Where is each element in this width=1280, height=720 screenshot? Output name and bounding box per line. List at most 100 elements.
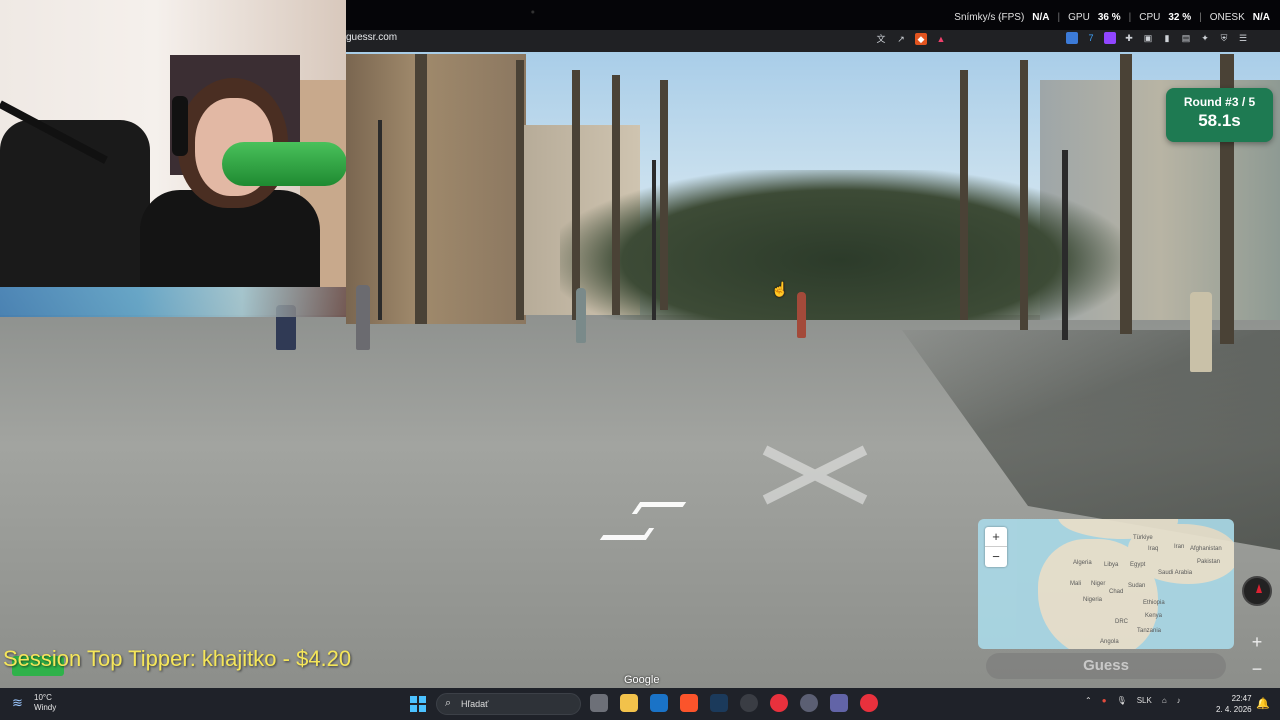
compass-icon[interactable] xyxy=(1242,576,1272,606)
menu-icon[interactable]: ☰ xyxy=(1237,32,1249,44)
address-bar-icons: 文 ↗ ◆ ▲ xyxy=(875,33,947,45)
map-label: Sudan xyxy=(1128,583,1146,589)
task-view-icon[interactable] xyxy=(590,694,608,712)
map-label: Tanzania xyxy=(1137,628,1162,634)
map-label: Mali xyxy=(1070,581,1082,587)
translate-icon[interactable]: 文 xyxy=(875,33,887,45)
audio-app-icon[interactable] xyxy=(800,694,818,712)
palm-trunk xyxy=(415,54,427,324)
map-label: Iraq xyxy=(1148,546,1159,552)
teams-icon[interactable] xyxy=(830,694,848,712)
tray-app-icon[interactable]: ● xyxy=(1102,696,1107,705)
map-label: Algeria xyxy=(1073,560,1092,566)
brave-shield-icon[interactable]: ◆ xyxy=(915,33,927,45)
building-left xyxy=(346,54,526,324)
pano-cursor-x-icon xyxy=(762,445,868,505)
hand-cursor-icon: ☝ xyxy=(771,281,789,297)
minimap-zoom-out-button[interactable]: − xyxy=(985,547,1007,567)
backward-arrow-icon[interactable] xyxy=(599,528,655,540)
latency-label: ONESK xyxy=(1209,12,1245,23)
window-icon[interactable]: ▣ xyxy=(1142,32,1154,44)
map-label: Libya xyxy=(1104,562,1119,568)
divider: | xyxy=(1128,12,1132,23)
street-lamp xyxy=(652,160,656,320)
obs-icon[interactable] xyxy=(740,694,758,712)
map-label: Kenya xyxy=(1145,613,1163,619)
windows-logo-icon xyxy=(419,705,426,712)
map-label: Egypt xyxy=(1130,562,1146,568)
view-zoom-out-button[interactable]: − xyxy=(1245,657,1269,681)
fps-value: N/A xyxy=(1032,12,1050,23)
brave-rewards-icon[interactable]: ▲ xyxy=(935,33,947,45)
extension-toolbar: 7 ✚ ▣ ▮ ▤ ✦ ⛨ ☰ xyxy=(1066,32,1249,44)
palm-trunk xyxy=(516,60,524,320)
street-lamp xyxy=(1062,150,1068,340)
tree-canopy xyxy=(560,170,1120,320)
drink-bottle xyxy=(222,142,346,186)
cpu-value: 32 % xyxy=(1168,12,1192,23)
map-label: DRC xyxy=(1115,619,1128,625)
top-tipper-text: Session Top Tipper: khajitko - $4.20 xyxy=(3,646,352,671)
forward-arrow-icon[interactable] xyxy=(631,502,687,514)
gpu-value: 36 % xyxy=(1097,12,1121,23)
taskbar-clock[interactable]: 22:47 2. 4. 2026 xyxy=(1216,693,1252,715)
guess-minimap[interactable]: Türkiye Iraq Iran Afghanistan Algeria Li… xyxy=(978,519,1234,649)
weather-temp: 10°C xyxy=(34,693,52,702)
webcam-overlay xyxy=(0,0,346,287)
map-label: Chad xyxy=(1109,589,1124,595)
round-timer-card: Round #3 / 5 58.1s xyxy=(1166,88,1273,142)
wallet-icon[interactable]: ▤ xyxy=(1180,32,1192,44)
extension-blue-icon[interactable] xyxy=(1066,32,1078,44)
outlook-icon[interactable] xyxy=(650,694,668,712)
language-indicator[interactable]: SLK xyxy=(1137,696,1152,705)
brave-browser-icon[interactable] xyxy=(680,694,698,712)
map-label: Iran xyxy=(1174,544,1185,550)
notification-bell-icon[interactable]: 🔔 xyxy=(1256,697,1270,710)
media-player-icon[interactable] xyxy=(860,694,878,712)
divider: | xyxy=(1199,12,1202,23)
fps-label: Snímky/s (FPS) xyxy=(954,12,1025,23)
steam-icon[interactable] xyxy=(710,694,728,712)
round-timer: 58.1s xyxy=(1198,111,1241,130)
share-icon[interactable]: ↗ xyxy=(895,33,907,45)
taskbar-search[interactable]: ⌕ Hľadať xyxy=(436,693,581,715)
file-explorer-icon[interactable] xyxy=(620,694,638,712)
street-lamp xyxy=(378,120,382,320)
microphone-icon[interactable]: 🎙 xyxy=(1117,696,1127,705)
headset-icon xyxy=(172,96,188,156)
puzzle-icon[interactable]: ✚ xyxy=(1123,32,1135,44)
windows-logo-icon xyxy=(410,696,417,703)
map-label: Ethiopia xyxy=(1143,600,1165,606)
webcam-bottom-strip xyxy=(0,287,346,317)
windows-logo-icon xyxy=(410,705,417,712)
round-label: Round #3 / 5 xyxy=(1183,95,1256,109)
pedestrian xyxy=(797,292,806,338)
windows-logo-icon xyxy=(419,696,426,703)
palm-trunk xyxy=(960,70,968,320)
map-label: Afghanistan xyxy=(1190,546,1222,552)
palm-trunk xyxy=(1120,54,1132,334)
youtube-icon[interactable] xyxy=(770,694,788,712)
divider: | xyxy=(1057,12,1061,23)
cpu-label: CPU xyxy=(1139,12,1161,23)
weather-desc: Windy xyxy=(34,703,57,712)
wind-icon: ≋ xyxy=(12,695,23,710)
guess-button[interactable]: Guess xyxy=(986,653,1226,679)
chevron-up-icon[interactable]: ⌃ xyxy=(1085,696,1092,705)
minimap-zoom-in-button[interactable]: + xyxy=(985,527,1007,547)
vpn-icon[interactable]: ⛨ xyxy=(1218,32,1230,44)
extension-7tv-icon[interactable]: 7 xyxy=(1085,32,1097,44)
extension-twitch-icon[interactable] xyxy=(1104,32,1116,44)
palm-trunk xyxy=(612,75,620,315)
start-button[interactable] xyxy=(410,696,426,712)
weather-widget[interactable]: ≋ 10°C Windy xyxy=(12,693,56,713)
clock-time: 22:47 xyxy=(1231,694,1252,703)
magic-icon[interactable]: ✦ xyxy=(1199,32,1211,44)
volume-icon[interactable]: ♪ xyxy=(1177,696,1181,705)
view-zoom-in-button[interactable]: + xyxy=(1245,630,1269,654)
sidebar-icon[interactable]: ▮ xyxy=(1161,32,1173,44)
address-bar[interactable]: guessr.com xyxy=(346,32,397,43)
system-tray: ⌃ ● 🎙 SLK ⌂ ♪ xyxy=(1085,696,1181,705)
map-label: Pakistan xyxy=(1197,559,1221,565)
network-icon[interactable]: ⌂ xyxy=(1162,696,1167,705)
